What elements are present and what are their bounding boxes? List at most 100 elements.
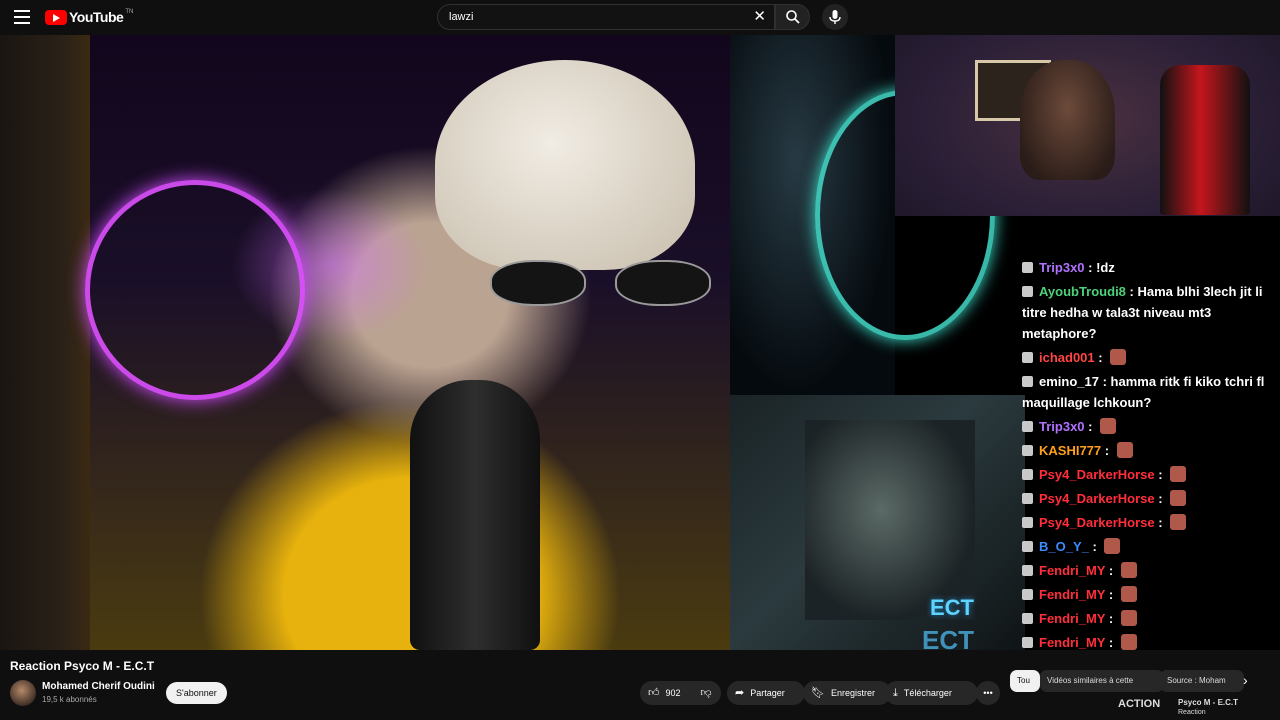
chat-emote-icon [1170,490,1187,506]
search-button[interactable] [775,4,810,30]
chip-related[interactable]: Vidéos similaires à cette [1040,670,1164,692]
streamer-glasses [490,260,720,306]
related-video-badge: ACTION [1118,698,1161,710]
chat-username: Fendri_MY [1039,611,1106,626]
download-label: Télécharger [903,688,952,698]
download-icon: ⤓ [893,687,898,699]
voice-search-button[interactable] [822,4,848,30]
neon-ring [85,180,305,400]
logo-region: TN [125,9,134,15]
chip-source[interactable]: Source : Moham [1160,670,1244,692]
chat-emote-icon [1170,514,1187,530]
chat-message: AyoubTroudi8 : Hama blhi 3lech jit li ti… [1022,284,1263,341]
thumbs-up-icon: 👍︎ [648,687,660,699]
chat-text: !dz [1096,260,1115,275]
chat-badge-icon [1022,517,1033,528]
chat-username: Psy4_DarkerHorse [1039,515,1155,530]
chat-badge-icon [1022,589,1033,600]
chat-emote-icon [1120,610,1137,626]
more-actions-button[interactable]: ••• [976,681,1000,705]
chat-badge-icon [1022,376,1033,387]
bookmark-icon: 🔖︎ [811,687,825,699]
share-button[interactable]: ➦ Partager [727,681,805,705]
chat-message: KASHI777 : [1022,440,1272,461]
chip-all[interactable]: Tou [1010,670,1040,692]
search-icon [786,10,800,24]
chat-message: Fendri_MY : [1022,584,1272,605]
masthead: YouTube TN lawzi ✕ [0,0,1280,35]
chat-emote-icon [1100,418,1117,434]
download-button[interactable]: ⤓ Télécharger [885,681,978,705]
search-input[interactable]: lawzi ✕ [437,4,775,30]
related-video-name: Psyco M - E.C.T [1178,698,1239,707]
chat-message: Trip3x0 : !dz [1022,257,1272,278]
chat-username: Fendri_MY [1039,587,1106,602]
youtube-play-icon [45,9,67,25]
menu-icon[interactable] [14,10,30,24]
webcam-person [1020,60,1115,180]
chat-message: Trip3x0 : [1022,416,1272,437]
close-icon[interactable]: ✕ [753,9,766,24]
chat-username: Psy4_DarkerHorse [1039,491,1155,506]
search-query: lawzi [449,11,474,23]
gaming-chair [1160,65,1250,215]
artwork-figure [805,420,975,620]
chat-username: KASHI777 [1039,443,1102,458]
studio-microphone [410,380,540,650]
chat-badge-icon [1022,637,1033,648]
video-info: Reaction Psyco M - E.C.T Mohamed Cherif … [0,650,1280,720]
share-label: Partager [750,688,785,698]
chat-badge-icon [1022,541,1033,552]
related-chips: Tou Vidéos similaires à cette Source : M… [1010,670,1260,692]
chat-username: AyoubTroudi8 [1039,284,1126,299]
related-video-sub: Reaction [1178,709,1206,716]
chat-badge-icon [1022,469,1033,480]
chat-badge-icon [1022,262,1033,273]
more-icon: ••• [983,688,993,698]
chat-emote-icon [1110,349,1127,365]
chat-username: ichad001 [1039,350,1095,365]
chat-username: Fendri_MY [1039,563,1106,578]
youtube-logo[interactable]: YouTube TN [45,9,133,25]
chat-message: Fendri_MY : [1022,632,1272,650]
chat-emote-icon [1120,586,1137,602]
chat-badge-icon [1022,565,1033,576]
share-icon: ➦ [735,687,745,699]
chat-username: Trip3x0 [1039,419,1085,434]
chat-emote-icon [1120,562,1137,578]
related-video-title[interactable]: Psyco M - E.C.T Reaction [1178,698,1238,717]
chat-badge-icon [1022,445,1033,456]
artwork-title: ECT [930,595,974,620]
chat-message: ichad001 : [1022,347,1272,368]
chat-emote-icon [1104,538,1121,554]
chat-username: Fendri_MY [1039,635,1106,650]
channel-name[interactable]: Mohamed Cherif Oudini [42,681,155,692]
video-player[interactable]: ECT ECT Trip3x0 : !dz AyoubTroudi8 : Hama… [0,35,1280,650]
chat-emote-icon [1120,634,1137,650]
subscriber-count: 19,5 k abonnés [42,695,97,704]
chat-badge-icon [1022,613,1033,624]
subscribe-button[interactable]: S'abonner [166,682,227,704]
chat-emote-icon [1170,466,1187,482]
save-label: Enregistrer [830,688,875,698]
chat-username: Trip3x0 [1039,260,1085,275]
chat-message: emino_17 : hamma ritk fi kiko tchri fl m… [1022,374,1265,410]
chat-username: Psy4_DarkerHorse [1039,467,1155,482]
chat-emote-icon [1116,442,1133,458]
avatar[interactable] [10,680,36,706]
chat-badge-icon [1022,421,1033,432]
video-frame [85,35,730,650]
like-count: 902 [665,688,681,698]
video-title: Reaction Psyco M - E.C.T [10,659,155,673]
chat-message: Fendri_MY : [1022,608,1272,629]
chat-message: B_O_Y_ : [1022,536,1272,557]
dislike-button[interactable]: 👎︎ [691,681,721,705]
like-button[interactable]: 👍︎ 902 [640,681,698,705]
chat-badge-icon [1022,286,1033,297]
chat-badge-icon [1022,352,1033,363]
chat-badge-icon [1022,493,1033,504]
artwork-title-reflection: ECT [922,625,974,650]
chevron-right-icon[interactable]: › [1243,672,1248,688]
thumbs-down-icon: 👎︎ [700,687,712,699]
save-button[interactable]: 🔖︎ Enregistrer [803,681,891,705]
